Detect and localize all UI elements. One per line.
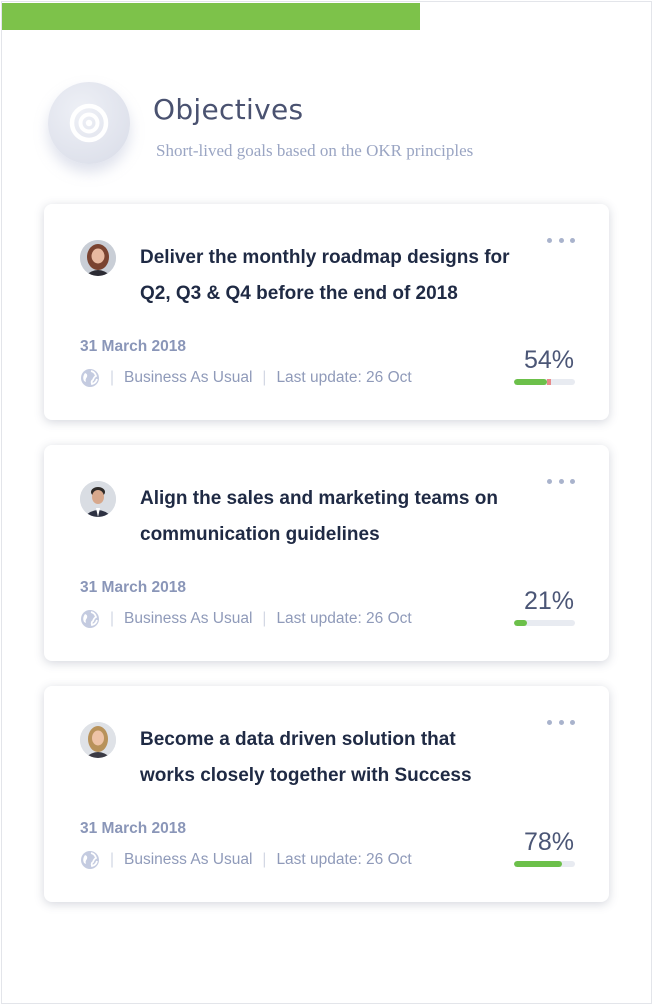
separator: | <box>262 369 267 386</box>
progress-bar-fill <box>514 379 547 385</box>
separator: | <box>110 610 115 627</box>
progress-percent: 21% <box>523 587 574 615</box>
progress-bar-fill <box>514 620 527 626</box>
progress-bar <box>514 861 575 867</box>
separator: | <box>262 851 267 868</box>
objective-meta: | Business As Usual | Last update: 26 Oc… <box>80 849 412 871</box>
objective-date: 31 March 2018 <box>80 338 186 355</box>
progress-bar-marker <box>546 379 551 385</box>
objective-title-line: works closely together with Success <box>140 765 472 786</box>
objective-title-line: Deliver the monthly roadmap designs for <box>140 247 510 268</box>
top-progress-bar <box>2 3 420 30</box>
progress-bar-fill <box>514 861 562 867</box>
page-subtitle: Short-lived goals based on the OKR princ… <box>156 141 474 160</box>
more-dots-icon[interactable] <box>547 477 575 485</box>
objective-last-update: Last update: 26 Oct <box>276 369 412 386</box>
objective-category: Business As Usual <box>124 851 253 868</box>
objective-date: 31 March 2018 <box>80 579 186 596</box>
separator: | <box>110 851 115 868</box>
objective-category: Business As Usual <box>124 369 253 386</box>
objective-title-line: Q2, Q3 & Q4 before the end of 2018 <box>140 283 458 304</box>
globe-icon <box>80 609 100 629</box>
objective-title-line: communication guidelines <box>140 524 380 545</box>
more-dots-icon[interactable] <box>547 718 575 726</box>
objective-title[interactable]: Deliver the monthly roadmap designs for … <box>140 240 540 312</box>
objective-meta: | Business As Usual | Last update: 26 Oc… <box>80 608 412 630</box>
objective-category: Business As Usual <box>124 610 253 627</box>
more-dots-icon[interactable] <box>547 236 575 244</box>
objective-last-update: Last update: 26 Oct <box>276 851 412 868</box>
globe-icon <box>80 850 100 870</box>
progress-percent: 54% <box>523 346 574 374</box>
target-icon <box>48 82 130 164</box>
objective-card[interactable]: Deliver the monthly roadmap designs for … <box>44 204 609 420</box>
progress-bar <box>514 379 575 385</box>
avatar <box>80 722 116 758</box>
separator: | <box>110 369 115 386</box>
objective-card[interactable]: Become a data driven solution that works… <box>44 686 609 902</box>
avatar <box>80 240 116 276</box>
separator: | <box>262 610 267 627</box>
globe-icon <box>80 368 100 388</box>
objective-title[interactable]: Align the sales and marketing teams on c… <box>140 481 540 553</box>
objective-title[interactable]: Become a data driven solution that works… <box>140 722 540 794</box>
objective-last-update: Last update: 26 Oct <box>276 610 412 627</box>
objective-title-line: Align the sales and marketing teams on <box>140 488 498 509</box>
page-title: Objectives <box>153 93 304 126</box>
progress-percent: 78% <box>523 828 574 856</box>
objective-date: 31 March 2018 <box>80 820 186 837</box>
objective-meta: | Business As Usual | Last update: 26 Oc… <box>80 367 412 389</box>
progress-bar <box>514 620 575 626</box>
objective-title-line: Become a data driven solution that <box>140 729 456 750</box>
avatar <box>80 481 116 517</box>
objective-card[interactable]: Align the sales and marketing teams on c… <box>44 445 609 661</box>
